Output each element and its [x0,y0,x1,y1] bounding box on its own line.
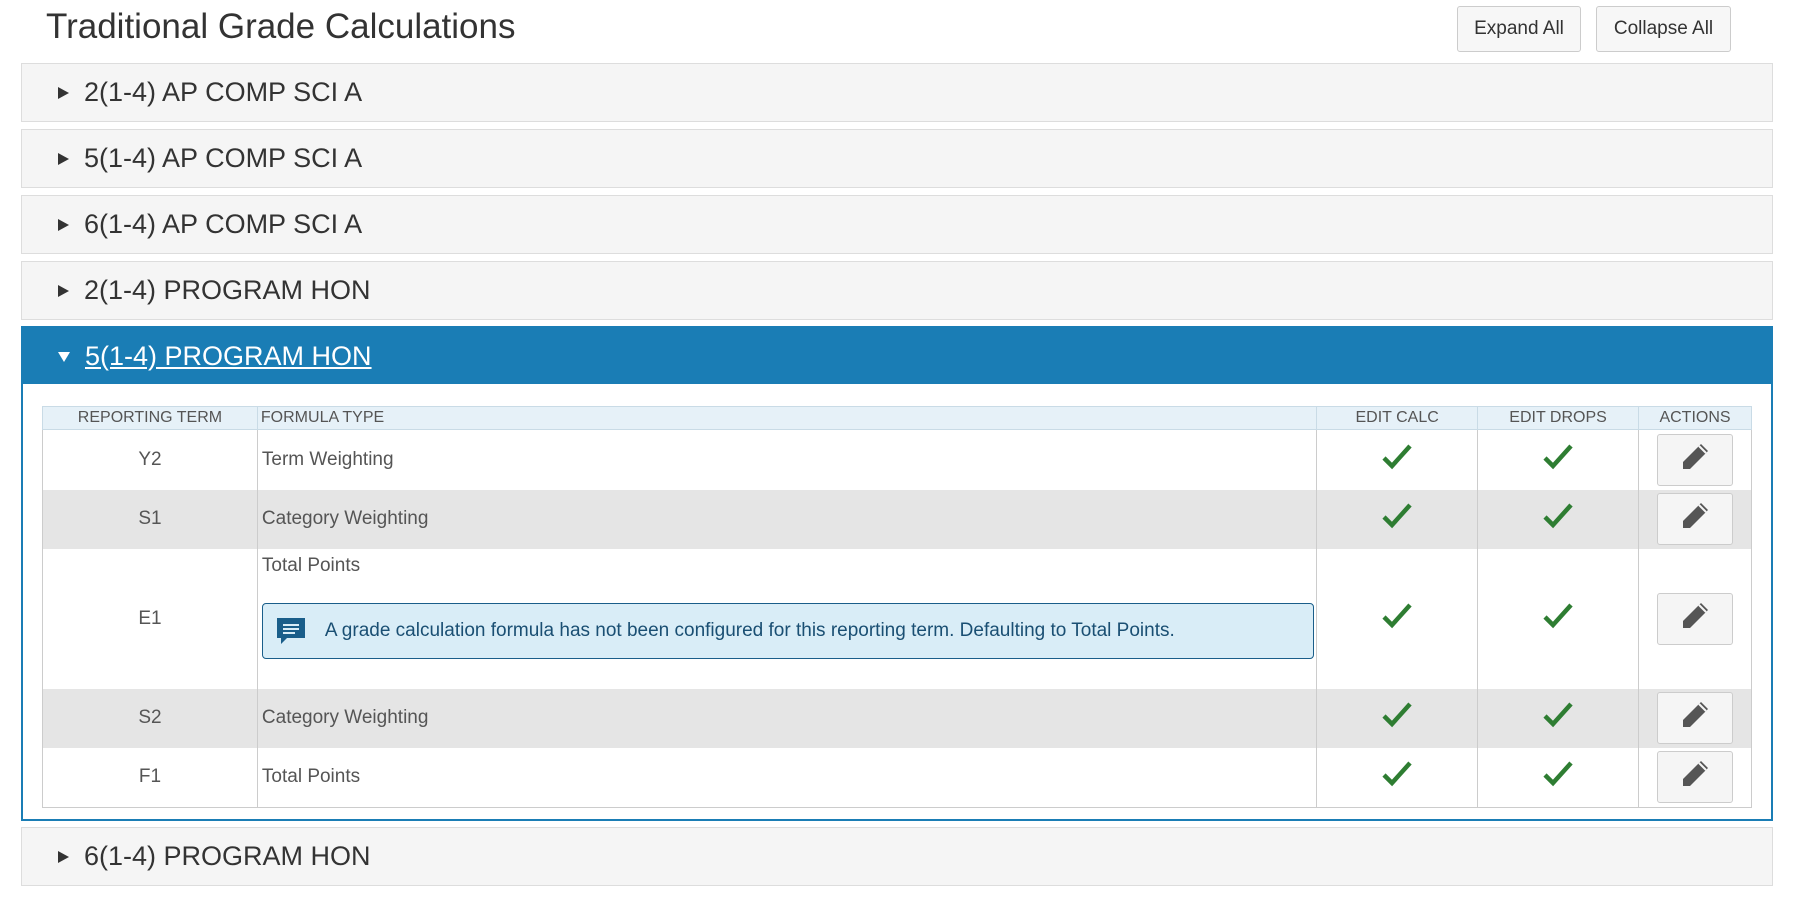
section-6-ap-comp-sci-a: 6(1-4) AP COMP SCI A [21,195,1773,254]
formula-type: Total Points [256,747,1318,808]
actions-cell [1638,747,1752,808]
pencil-icon [1679,699,1711,737]
section-5-ap-comp-sci-a: 5(1-4) AP COMP SCI A [21,129,1773,188]
formula-type: Term Weighting [256,429,1318,490]
section-6-program-hon: 6(1-4) PROGRAM HON [21,827,1773,886]
section-title: 2(1-4) PROGRAM HON [84,275,371,305]
section-5-program-hon: 5(1-4) PROGRAM HON REPORTING TERM FORMUL… [21,326,1773,821]
checkmark-icon [1543,761,1573,793]
reporting-term: E1 [42,548,258,689]
reporting-term: F1 [42,747,258,808]
caret-right-icon [56,850,70,864]
checkmark-icon [1382,602,1412,635]
table-row: E1 Total Points A grade calculation form… [42,548,1752,689]
col-header-formula-type: FORMULA TYPE [256,406,1318,430]
edit-drops-cell [1477,688,1639,748]
section-2-ap-comp-sci-a: 2(1-4) AP COMP SCI A [21,63,1773,122]
section-header[interactable]: 2(1-4) PROGRAM HON [22,262,1772,319]
checkmark-icon [1382,702,1412,734]
caret-right-icon [56,284,70,298]
reporting-term: S1 [42,489,258,549]
caret-right-icon [56,218,70,232]
formula-cell: Total Points A grade calculation formula… [256,548,1318,689]
edit-drops-cell [1477,548,1639,689]
collapse-all-button[interactable]: Collapse All [1596,6,1731,52]
actions-cell [1638,548,1752,689]
edit-drops-cell [1477,429,1639,490]
caret-right-icon [56,152,70,166]
edit-button[interactable] [1657,433,1733,486]
col-header-actions: ACTIONS [1638,406,1752,430]
pencil-icon [1679,441,1711,479]
checkmark-icon [1382,761,1412,793]
comment-icon [275,615,307,647]
col-header-reporting-term: REPORTING TERM [42,406,258,430]
actions-cell [1638,489,1752,549]
checkmark-icon [1543,503,1573,535]
section-header[interactable]: 6(1-4) AP COMP SCI A [22,196,1772,253]
caret-right-icon [56,86,70,100]
notice-text: A grade calculation formula has not been… [324,619,1175,641]
actions-cell [1638,688,1752,748]
edit-calc-cell [1316,429,1479,490]
edit-button[interactable] [1657,751,1733,804]
checkmark-icon [1543,444,1573,476]
col-header-edit-drops: EDIT DROPS [1477,406,1639,430]
actions-cell [1638,429,1752,490]
formula-type: Total Points [261,554,361,576]
section-header[interactable]: 5(1-4) PROGRAM HON [23,328,1771,384]
reporting-term: Y2 [42,429,258,490]
table-row: S2 Category Weighting [42,688,1752,748]
table-row: F1 Total Points [42,747,1752,808]
section-title: 6(1-4) AP COMP SCI A [84,209,363,239]
section-title: 6(1-4) PROGRAM HON [84,841,371,871]
edit-calc-cell [1316,548,1479,689]
edit-calc-cell [1316,489,1479,549]
checkmark-icon [1382,444,1412,476]
section-header[interactable]: 2(1-4) AP COMP SCI A [22,64,1772,121]
section-title: 5(1-4) AP COMP SCI A [84,143,363,173]
edit-button[interactable] [1657,493,1733,545]
edit-calc-cell [1316,747,1479,808]
section-header[interactable]: 5(1-4) AP COMP SCI A [22,130,1772,187]
col-header-edit-calc: EDIT CALC [1316,406,1479,430]
section-title-link[interactable]: 5(1-4) PROGRAM HON [85,341,372,372]
info-notice: A grade calculation formula has not been… [261,602,1315,659]
caret-down-icon [57,349,71,363]
table-header-row: REPORTING TERM FORMULA TYPE EDIT CALC ED… [42,406,1752,430]
formula-type: Category Weighting [256,688,1318,748]
checkmark-icon [1543,602,1573,635]
formula-type: Category Weighting [256,489,1318,549]
page-title: Traditional Grade Calculations [46,7,516,46]
edit-button[interactable] [1657,592,1733,645]
edit-drops-cell [1477,489,1639,549]
section-2-program-hon: 2(1-4) PROGRAM HON [21,261,1773,320]
edit-drops-cell [1477,747,1639,808]
pencil-icon [1679,500,1711,538]
section-title: 2(1-4) AP COMP SCI A [84,77,363,107]
edit-button[interactable] [1657,692,1733,744]
edit-calc-cell [1316,688,1479,748]
grade-calc-table: REPORTING TERM FORMULA TYPE EDIT CALC ED… [42,406,1752,808]
pencil-icon [1679,600,1711,638]
section-header[interactable]: 6(1-4) PROGRAM HON [22,828,1772,885]
pencil-icon [1679,758,1711,796]
checkmark-icon [1382,503,1412,535]
reporting-term: S2 [42,688,258,748]
table-row: S1 Category Weighting [42,489,1752,549]
table-row: Y2 Term Weighting [42,429,1752,490]
checkmark-icon [1543,702,1573,734]
expand-all-button[interactable]: Expand All [1457,6,1581,52]
